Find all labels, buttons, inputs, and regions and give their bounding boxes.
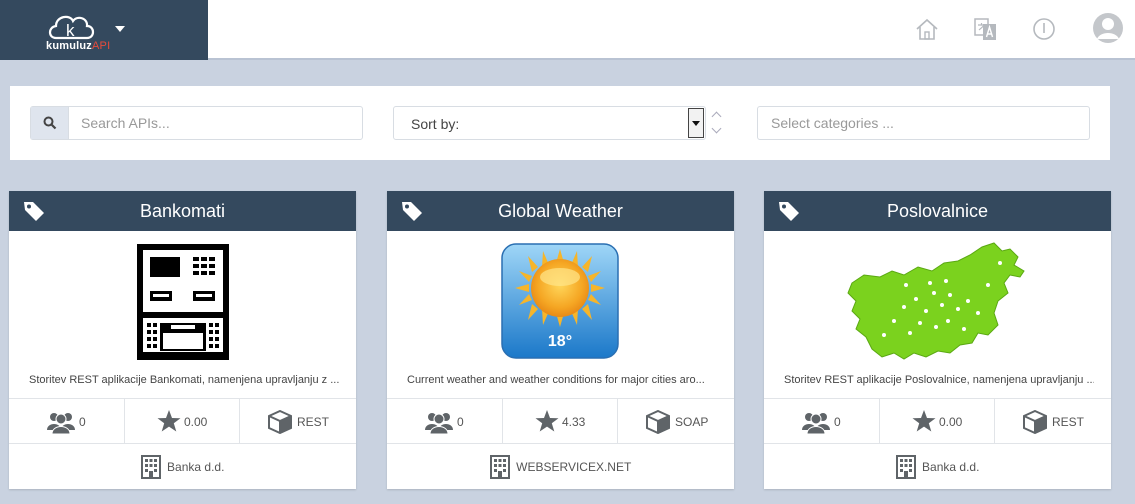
card-stats: 0 4.33 SOAP: [387, 398, 734, 444]
top-navbar: k kumuluzAPI: [0, 0, 1135, 60]
categories-input[interactable]: [758, 107, 1089, 139]
rating-value: 0.00: [939, 415, 963, 429]
owner-name: Banka d.d.: [922, 460, 980, 474]
caret-down-icon: [692, 121, 700, 126]
card-title[interactable]: Poslovalnice: [764, 201, 1111, 222]
api-card[interactable]: Bankomati Storitev REST aplikacije Banko…: [9, 191, 356, 489]
card-description: Current weather and weather conditions f…: [407, 374, 705, 386]
cube-icon: [268, 410, 292, 434]
sort-select[interactable]: Sort by:: [393, 106, 706, 140]
info-icon[interactable]: [1031, 14, 1057, 44]
sort-dropdown-button[interactable]: [688, 108, 704, 138]
users-icon: [425, 413, 453, 434]
api-type: SOAP: [675, 415, 709, 429]
type-stat: REST: [239, 399, 354, 444]
api-card[interactable]: Global Weather 18° Current weather and w…: [387, 191, 734, 489]
search-button[interactable]: [31, 107, 69, 139]
cube-icon: [646, 410, 670, 434]
slovenia-map-icon: [847, 242, 1025, 360]
api-card[interactable]: Poslovalnice Storitev REST aplikacije Po…: [764, 191, 1111, 489]
type-stat: SOAP: [617, 399, 732, 444]
search-box: [30, 106, 363, 140]
api-type: REST: [297, 415, 330, 429]
users-icon: [802, 413, 830, 434]
map-image: [764, 241, 1111, 361]
card-description: Storitev REST aplikacije Poslovalnice, n…: [784, 374, 1094, 386]
card-stats: 0 0.00 REST: [9, 398, 356, 444]
sort-label: Sort by:: [411, 116, 460, 132]
card-title[interactable]: Global Weather: [387, 201, 734, 222]
type-stat: REST: [994, 399, 1109, 444]
card-owner: Banka d.d.: [9, 455, 356, 479]
rating-stat: 0.00: [124, 399, 239, 444]
star-icon: [912, 410, 936, 432]
translate-icon[interactable]: [973, 14, 999, 44]
search-icon: [43, 116, 57, 130]
star-icon: [157, 410, 181, 432]
card-owner: Banka d.d.: [764, 455, 1111, 479]
weather-sun-icon: 18°: [501, 243, 619, 359]
svg-text:k: k: [66, 21, 75, 40]
owner-name: WEBSERVICEX.NET: [516, 460, 632, 474]
card-header: Poslovalnice: [764, 191, 1111, 231]
temperature-label: 18°: [548, 333, 572, 350]
sort-order-spinner[interactable]: [708, 106, 726, 140]
card-owner: WEBSERVICEX.NET: [387, 455, 734, 479]
search-input[interactable]: [70, 107, 360, 139]
brand-suffix: API: [92, 40, 111, 52]
home-icon[interactable]: [914, 14, 940, 44]
owner-name: Banka d.d.: [167, 460, 225, 474]
users-icon: [47, 413, 75, 434]
subscribers-stat: 0: [764, 399, 879, 444]
star-icon: [535, 410, 559, 432]
building-icon: [895, 455, 916, 479]
api-type: REST: [1052, 415, 1085, 429]
card-description: Storitev REST aplikacije Bankomati, name…: [29, 374, 339, 386]
filter-panel: Sort by:: [10, 86, 1110, 160]
card-stats: 0 0.00 REST: [764, 398, 1111, 444]
user-avatar-icon[interactable]: [1092, 12, 1124, 44]
atm-image: [9, 241, 356, 361]
brand-name: kumuluzAPI: [46, 40, 111, 52]
card-header: Global Weather: [387, 191, 734, 231]
rating-value: 4.33: [562, 415, 586, 429]
subscribers-stat: 0: [9, 399, 124, 444]
categories-select[interactable]: [757, 106, 1090, 140]
building-icon: [489, 455, 510, 479]
weather-image: 18°: [387, 241, 734, 361]
card-title[interactable]: Bankomati: [9, 201, 356, 222]
chevron-down-icon[interactable]: [711, 123, 722, 134]
card-header: Bankomati: [9, 191, 356, 231]
chevron-up-icon[interactable]: [711, 111, 722, 122]
rating-stat: 4.33: [502, 399, 617, 444]
building-icon: [140, 455, 161, 479]
brand-menu[interactable]: k kumuluzAPI: [0, 0, 208, 60]
subscribers-stat: 0: [387, 399, 502, 444]
chevron-down-icon[interactable]: [115, 26, 125, 32]
cube-icon: [1023, 410, 1047, 434]
atm-machine-icon: [137, 244, 229, 360]
subscribers-count: 0: [79, 415, 86, 429]
subscribers-count: 0: [834, 415, 841, 429]
subscribers-count: 0: [457, 415, 464, 429]
rating-value: 0.00: [184, 415, 208, 429]
rating-stat: 0.00: [879, 399, 994, 444]
